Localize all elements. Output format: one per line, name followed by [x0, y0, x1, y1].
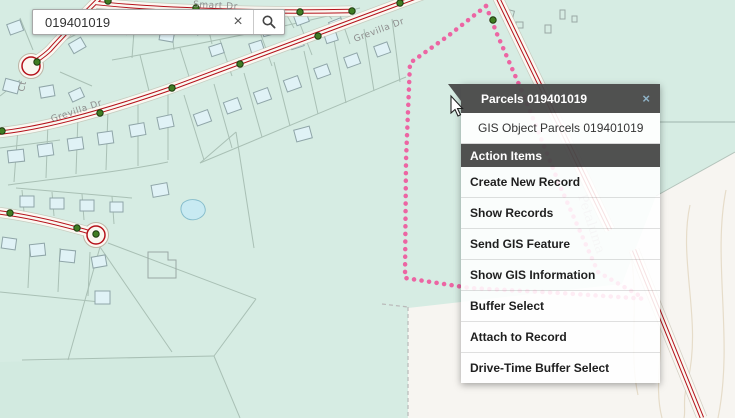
gis-object-link[interactable]: GIS Object Parcels 019401019	[461, 113, 660, 144]
action-item-buffer-select[interactable]: Buffer Select	[461, 291, 660, 322]
action-item-send-gis-feature[interactable]: Send GIS Feature	[461, 229, 660, 260]
popup-header: Parcels 019401019 ×	[461, 84, 660, 113]
search-button[interactable]	[254, 10, 284, 34]
clear-search-button[interactable]: ×	[223, 10, 253, 34]
close-icon: ×	[642, 91, 650, 106]
action-item-create-new-record[interactable]: Create New Record	[461, 167, 660, 198]
action-item-show-records[interactable]: Show Records	[461, 198, 660, 229]
action-items-title: Action Items	[470, 149, 542, 163]
clear-icon: ×	[233, 14, 242, 30]
action-item-attach-to-record[interactable]: Attach to Record	[461, 322, 660, 353]
action-items-header: Action Items	[461, 144, 660, 167]
search-bar[interactable]: ×	[32, 9, 285, 35]
search-icon	[261, 14, 277, 30]
action-item-drive-time-buffer-select[interactable]: Drive-Time Buffer Select	[461, 353, 660, 383]
parcel-popup: Parcels 019401019 × GIS Object Parcels 0…	[461, 84, 660, 383]
popup-callout-arrow	[448, 84, 461, 101]
popup-close-button[interactable]: ×	[642, 92, 650, 105]
gis-object-label: GIS Object Parcels 019401019	[478, 121, 643, 135]
search-input[interactable]	[33, 10, 223, 34]
action-item-show-gis-information[interactable]: Show GIS Information	[461, 260, 660, 291]
gis-map-app: Grevilla Dr Grevilla Dr Smart Dr Ct Peta…	[0, 0, 735, 418]
pond	[181, 200, 205, 220]
popup-title: Parcels 019401019	[481, 92, 587, 106]
